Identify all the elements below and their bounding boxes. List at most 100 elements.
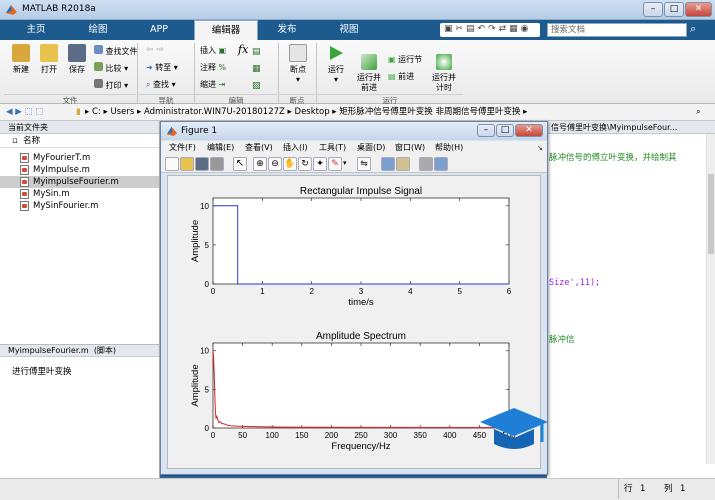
brush-icon[interactable]: ✎ [328, 157, 342, 171]
file-item[interactable]: MyImpulse.m [0, 164, 159, 176]
tab-view[interactable]: 视图 [318, 20, 380, 40]
search-icon[interactable]: ⌕ [690, 22, 696, 36]
x-axis-label: time/s [348, 297, 374, 308]
y-axis-label: Amplitude [190, 220, 201, 262]
pointer-icon[interactable]: ↖ [233, 157, 247, 171]
open-icon[interactable] [180, 157, 194, 171]
brush-dropdown-icon[interactable]: ▾ [343, 159, 347, 167]
indent-icon: ⇥ [218, 80, 226, 89]
minimize-button[interactable]: – [643, 2, 663, 17]
quick-access-icons[interactable]: ▣✂▤↶↷⇄▦◉ [444, 24, 532, 34]
menu-file[interactable]: 文件(F) [169, 141, 196, 155]
figure-title-bar[interactable]: Figure 1 – □ ✕ [161, 122, 547, 140]
goto-button[interactable]: ➜ 转至 ▾ [146, 62, 178, 73]
stopwatch-icon [436, 54, 452, 70]
compare-button[interactable]: 比较 ▾ [94, 62, 128, 74]
percent-icon: % [218, 63, 227, 72]
rotate-icon[interactable]: ↻ [298, 157, 312, 171]
fx-button[interactable]: fx [238, 43, 248, 56]
x-tick-label: 300 [384, 431, 398, 440]
find-files-icon [94, 45, 103, 54]
menu-help[interactable]: 帮助(H) [435, 141, 463, 155]
folder-icon: ▮ [76, 107, 81, 117]
search-icon[interactable]: ⌕ [696, 104, 701, 120]
tab-home[interactable]: 主页 [6, 20, 66, 40]
menu-window[interactable]: 窗口(W) [395, 141, 425, 155]
legend-icon[interactable] [396, 157, 410, 171]
current-folder-header: 当前文件夹 [0, 121, 159, 134]
figure-title: Figure 1 [181, 126, 218, 136]
back-forward-icons[interactable]: ⇦ ⇨ [146, 45, 164, 55]
figure-minimize-button[interactable]: – [477, 124, 495, 137]
figure-menu-bar: 文件(F) 编辑(E) 查看(V) 插入(I) 工具(T) 桌面(D) 窗口(W… [161, 141, 547, 155]
open-button[interactable]: 打开 [36, 44, 62, 75]
zoom-in-icon[interactable]: ⊕ [253, 157, 267, 171]
new-figure-icon[interactable] [165, 157, 179, 171]
breadcrumb[interactable]: ▸ C: ▸ Users ▸ Administrator.WIN7U-20180… [85, 104, 527, 120]
y-axis-label: Amplitude [190, 364, 201, 406]
search-documentation-input[interactable]: 搜索文档 [547, 23, 687, 37]
row-label: 行 [624, 484, 633, 494]
maximize-button[interactable]: □ [664, 2, 684, 17]
name-column-header[interactable]: ▫ 名称 [0, 134, 159, 148]
menu-edit[interactable]: 编辑(E) [207, 141, 234, 155]
file-item[interactable]: MySin.m [0, 188, 159, 200]
code-comment: 脉冲信 [549, 335, 575, 345]
save-icon[interactable] [195, 157, 209, 171]
nav-arrows-icon[interactable]: ◀ ▶ ⬚ ⬚ [6, 104, 43, 120]
insert-button[interactable]: 插入 ▣ [200, 45, 226, 56]
address-bar[interactable]: ◀ ▶ ⬚ ⬚ ▮ ▸ C: ▸ Users ▸ Administrator.W… [0, 104, 715, 121]
link-icon[interactable]: ⇋ [357, 157, 371, 171]
advance-button[interactable]: ▤ 前进 [388, 71, 414, 82]
y-tick-label: 10 [200, 202, 209, 211]
x-tick-label: 250 [354, 431, 368, 440]
zoom-out-icon[interactable]: ⊖ [268, 157, 282, 171]
run-section-button[interactable]: ▣ 运行节 [388, 54, 422, 65]
divider [618, 479, 619, 499]
ribbon-tab-bar: 主页 绘图 APP 编辑器 发布 视图 ▣✂▤↶↷⇄▦◉ 搜索文档 ⌕ [0, 20, 715, 40]
x-tick-label: 1 [260, 287, 265, 296]
run-and-time-button[interactable]: 运行并 计时 [430, 44, 458, 93]
tab-editor[interactable]: 编辑器 [194, 20, 258, 40]
run-button[interactable]: 运行 ▾ [322, 44, 350, 85]
print-button[interactable]: 打印 ▾ [94, 79, 128, 91]
save-button[interactable]: 保存 [64, 44, 90, 75]
data-cursor-icon[interactable]: ✦ [313, 157, 327, 171]
editor-tab[interactable]: 信号傅里叶变换\MyimpulseFour... [547, 121, 715, 134]
x-tick-label: 5 [457, 287, 462, 296]
show-tools-icon[interactable] [434, 157, 448, 171]
hide-tools-icon[interactable] [419, 157, 433, 171]
axes-box [212, 197, 510, 285]
comment-button[interactable]: 注释 % [200, 62, 226, 73]
indent-button[interactable]: 缩进 ⇥ [200, 79, 225, 90]
menu-desktop[interactable]: 桌面(D) [357, 141, 385, 155]
close-button[interactable]: ✕ [685, 2, 712, 17]
section-run-label: 运行 [317, 94, 463, 105]
tab-apps[interactable]: APP [130, 20, 188, 40]
menu-insert[interactable]: 插入(I) [283, 141, 308, 155]
file-item[interactable]: MySinFourier.m [0, 200, 159, 212]
find-button[interactable]: ⌕ 查找 ▾ [146, 79, 176, 90]
file-item[interactable]: MyFourierT.m [0, 152, 159, 164]
find-files-button[interactable]: 查找文件 [94, 45, 138, 57]
pan-hand-icon[interactable]: ✋ [283, 157, 297, 171]
menu-tools[interactable]: 工具(T) [319, 141, 346, 155]
run-advance-icon [361, 54, 377, 70]
edit-extra-icons[interactable]: ▤ ▦ ▧ [252, 44, 261, 95]
menu-dock-icon[interactable]: ↘ [537, 141, 543, 155]
colorbar-icon[interactable] [381, 157, 395, 171]
section-file-label: 文件 [4, 94, 136, 105]
file-item-selected[interactable]: MyimpulseFourier.m [0, 176, 159, 188]
new-button[interactable]: 新建 [8, 44, 34, 75]
tab-publish[interactable]: 发布 [258, 20, 316, 40]
menu-view[interactable]: 查看(V) [245, 141, 273, 155]
print-icon[interactable] [210, 157, 224, 171]
figure-maximize-button[interactable]: □ [496, 124, 514, 137]
breakpoints-button[interactable]: 断点 ▾ [284, 44, 312, 85]
breakpoint-icon [289, 44, 307, 62]
tab-plots[interactable]: 绘图 [66, 20, 130, 40]
x-tick-label: 150 [295, 431, 309, 440]
figure-close-button[interactable]: ✕ [515, 124, 543, 137]
graduation-cap-logo [480, 408, 548, 449]
run-advance-button[interactable]: 运行并 前进 [353, 44, 385, 93]
